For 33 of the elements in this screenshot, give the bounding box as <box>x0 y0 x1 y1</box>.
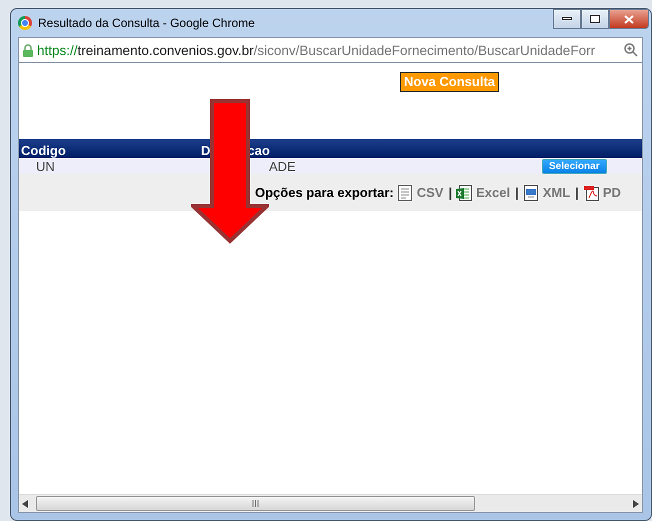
export-link[interactable]: Excel <box>476 185 510 200</box>
table-cell: UN <box>36 158 55 174</box>
lock-icon <box>23 44 33 56</box>
export-link[interactable]: XML <box>542 185 570 200</box>
separator-text: | <box>575 185 579 200</box>
maximize-button[interactable] <box>581 9 609 29</box>
maximize-icon <box>590 15 600 23</box>
window-title: Resultado da Consulta - Google Chrome <box>38 16 255 30</box>
select-button[interactable]: Selecionar <box>542 158 607 174</box>
spreadsheet-icon <box>456 184 472 200</box>
document-icon <box>396 184 413 200</box>
close-icon <box>624 14 634 24</box>
zoom-icon[interactable] <box>624 43 638 57</box>
close-button[interactable] <box>609 9 649 29</box>
minimize-button[interactable] <box>553 9 581 29</box>
separator-text: | <box>515 185 519 200</box>
url-text: https://treinamento.convenios.gov.br/siconv/BuscarUnidadeFornecimento/BuscarUnidadeForr <box>37 42 596 58</box>
export-link[interactable]: PD <box>602 185 621 200</box>
table-cell: ADE <box>269 158 296 174</box>
scrollbar-thumb[interactable] <box>36 496 475 511</box>
separator-text: | <box>448 185 452 200</box>
scroll-right-icon[interactable] <box>633 500 639 508</box>
column-header: D <box>201 143 210 158</box>
new-query-button[interactable]: Nova Consulta <box>400 72 500 92</box>
pdf-file-icon <box>582 184 599 200</box>
xml-file-icon <box>522 184 539 200</box>
export-link[interactable]: CSV <box>416 185 444 200</box>
browser-logo-icon <box>18 16 32 30</box>
address-bar[interactable]: https://treinamento.convenios.gov.br/siconv/BuscarUnidadeFornecimento/BuscarUnidadeForr <box>18 37 643 63</box>
scroll-left-icon[interactable] <box>22 500 28 508</box>
column-header: Codigo <box>21 143 66 158</box>
export-label: Opções para exportar: <box>255 185 394 200</box>
minimize-icon <box>562 17 572 21</box>
